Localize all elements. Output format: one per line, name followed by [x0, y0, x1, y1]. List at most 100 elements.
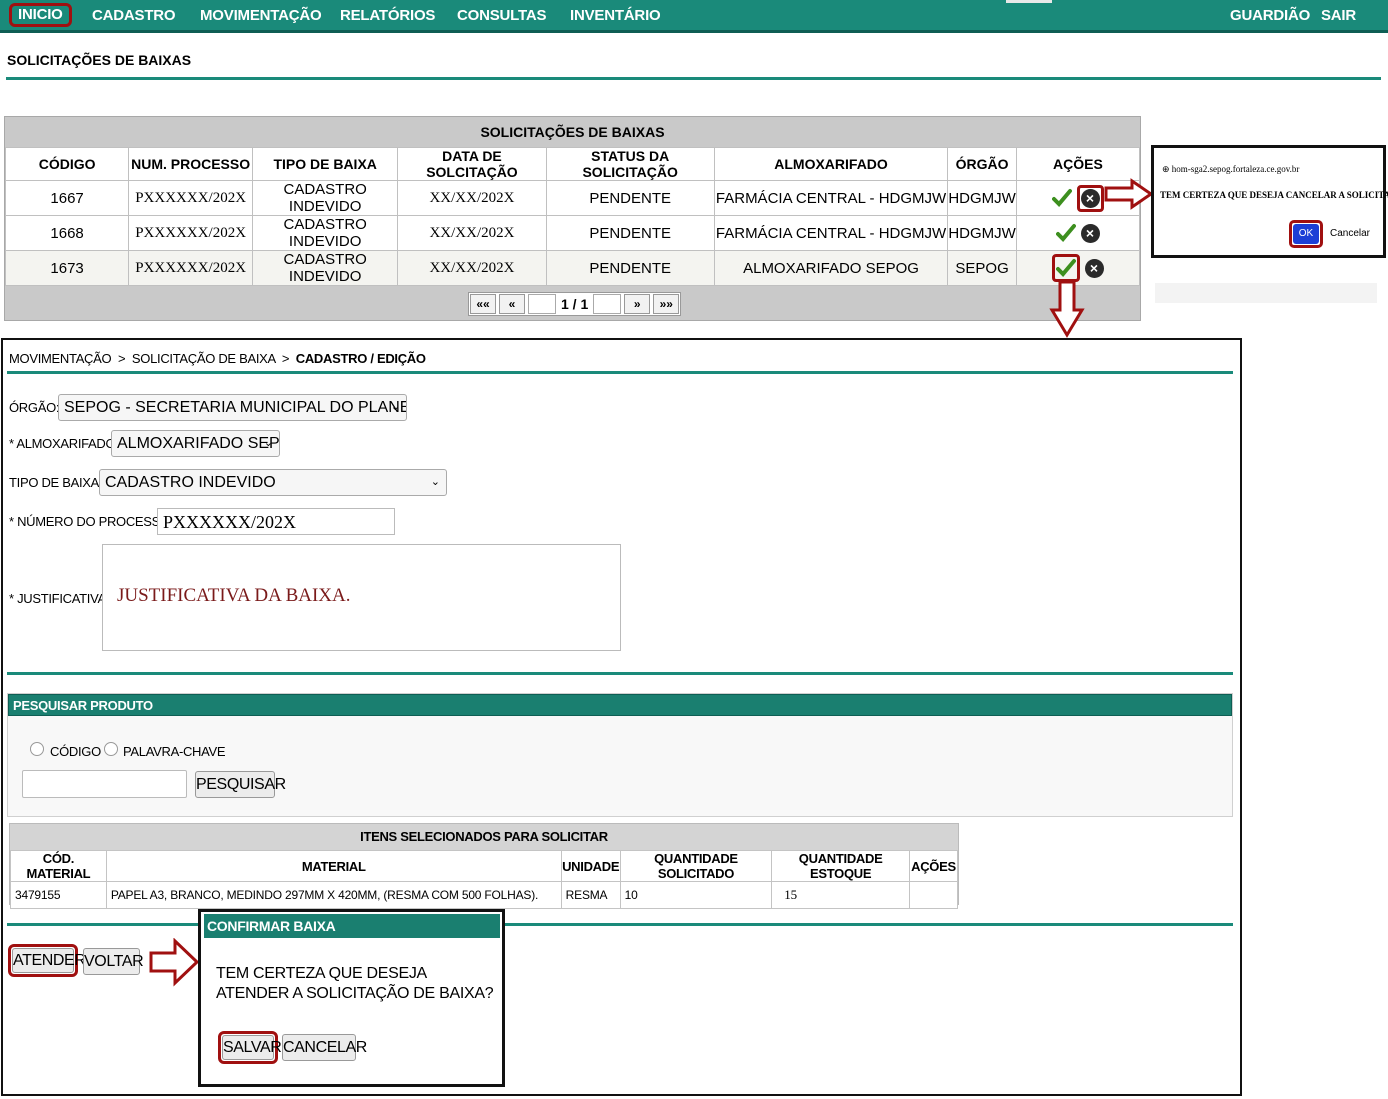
- cell-qtd-estoque: 15: [771, 881, 910, 909]
- cell-data: XX/XX/202X: [397, 215, 547, 251]
- breadcrumb-separator: >: [281, 351, 290, 366]
- page-prev-button[interactable]: «: [499, 294, 525, 314]
- table-header-row: CÓDIGO NUM. PROCESSO TIPO DE BAIXA DATA …: [4, 147, 1141, 181]
- atender-highlight: ATENDER: [8, 944, 86, 977]
- col-cod-material: CÓD. MATERIAL: [10, 850, 107, 882]
- chevron-down-icon: ⌄: [430, 476, 440, 488]
- dialog-cancel-button[interactable]: Cancelar: [1326, 224, 1374, 244]
- almox-select[interactable]: ALMOXARIFADO SEPOG ⌄: [111, 430, 280, 457]
- nav-consultas[interactable]: CONSULTAS: [457, 4, 547, 28]
- cell-data: XX/XX/202X: [397, 250, 547, 286]
- cell-orgao: HDGMJW: [947, 215, 1017, 251]
- page-next-button[interactable]: »: [624, 294, 651, 314]
- col-data: DATA DE SOLCITAÇÃO: [397, 147, 547, 181]
- breadcrumb-current: CADASTRO / EDIÇÃO: [295, 351, 426, 366]
- breadcrumb-separator: >: [117, 351, 126, 366]
- cell-processo: PXXXXXX/202X: [128, 180, 254, 216]
- table-row[interactable]: 1673 PXXXXXX/202X CADASTRO INDEVIDO XX/X…: [4, 250, 1141, 286]
- arrow-down-icon: [1049, 280, 1085, 338]
- table-row[interactable]: 1668 PXXXXXX/202X CADASTRO INDEVIDO XX/X…: [4, 215, 1141, 251]
- salvar-highlight: SALVAR: [218, 1031, 282, 1064]
- section-divider: [7, 923, 1233, 926]
- orgao-select[interactable]: SEPOG - SECRETARIA MUNICIPAL DO PLANEJAM…: [58, 394, 407, 421]
- arrow-right-icon: [149, 938, 200, 987]
- nav-sair[interactable]: SAIR: [1321, 4, 1356, 28]
- justificativa-text: JUSTIFICATIVA DA BAIXA.: [117, 585, 351, 606]
- col-material: MATERIAL: [105, 850, 562, 882]
- cell-codigo: 1673: [4, 250, 130, 286]
- tipo-value: CADASTRO INDEVIDO: [105, 474, 276, 491]
- browser-confirm-dialog: ⊕ hom-sga2.sepog.fortaleza.ce.gov.br TEM…: [1151, 145, 1388, 258]
- cell-status: PENDENTE: [545, 215, 715, 251]
- cancelar-button[interactable]: CANCELAR: [282, 1034, 367, 1061]
- col-unidade: UNIDADE: [560, 850, 621, 882]
- nav-inicio[interactable]: INICIO: [9, 3, 72, 27]
- faint-placeholder: [1155, 283, 1377, 303]
- cell-status: PENDENTE: [545, 180, 715, 216]
- processo-input[interactable]: PXXXXXX/202X: [157, 508, 395, 535]
- cell-status: PENDENTE: [545, 250, 715, 286]
- dialog-ok-button[interactable]: OK: [1293, 224, 1319, 244]
- requests-table: CÓDIGO NUM. PROCESSO TIPO DE BAIXA DATA …: [4, 147, 1141, 286]
- breadcrumb-solicitacao[interactable]: SOLICITAÇÃO DE BAIXA: [132, 351, 276, 366]
- nav-cadastro[interactable]: CADASTRO: [92, 4, 176, 28]
- nav-guardiao[interactable]: GUARDIÃO: [1230, 4, 1310, 28]
- cell-codigo: 1667: [4, 180, 130, 216]
- cell-codigo: 1668: [4, 215, 130, 251]
- check-icon[interactable]: [1056, 258, 1077, 278]
- cell-tipo: CADASTRO INDEVIDO: [252, 215, 399, 251]
- items-header-row: CÓD. MATERIAL MATERIAL UNIDADE QUANTIDAD…: [10, 850, 959, 882]
- salvar-button[interactable]: SALVAR: [222, 1035, 282, 1060]
- nav-relatorios[interactable]: RELATÓRIOS: [340, 4, 435, 28]
- requests-panel: SOLICITAÇÕES DE BAIXAS CÓDIGO NUM. PROCE…: [4, 116, 1141, 321]
- chevron-down-icon: ⌄: [263, 437, 273, 449]
- radio-codigo[interactable]: [30, 742, 44, 756]
- cancel-highlight: ×: [1076, 184, 1104, 212]
- cell-item-acoes: [908, 881, 959, 909]
- cancel-icon[interactable]: ×: [1084, 258, 1104, 278]
- cancel-icon[interactable]: ×: [1080, 223, 1100, 243]
- items-table: CÓD. MATERIAL MATERIAL UNIDADE QUANTIDAD…: [10, 850, 959, 909]
- page-field-right: [593, 294, 622, 314]
- modal-message: TEM CERTEZA QUE DESEJA ATENDER A SOLICIT…: [216, 965, 494, 1002]
- confirm-baixa-modal: CONFIRMAR BAIXA TEM CERTEZA QUE DESEJA A…: [198, 909, 505, 1087]
- globe-icon: ⊕: [1162, 164, 1170, 174]
- title-divider: [6, 77, 1381, 80]
- search-input[interactable]: [22, 770, 187, 798]
- selected-items-panel: ITENS SELECIONADOS PARA SOLICITAR CÓD. M…: [9, 823, 959, 909]
- check-icon[interactable]: [1056, 223, 1077, 243]
- section-divider: [7, 672, 1233, 675]
- edit-panel: MOVIMENTAÇÃO > SOLICITAÇÃO DE BAIXA > CA…: [1, 338, 1242, 1096]
- nav-inventario[interactable]: INVENTÁRIO: [570, 4, 661, 28]
- cell-orgao: HDGMJW: [947, 180, 1017, 216]
- chevron-down-icon: ⌄: [390, 401, 400, 413]
- tipo-select[interactable]: CADASTRO INDEVIDO ⌄: [99, 469, 447, 496]
- justificativa-textarea[interactable]: JUSTIFICATIVA DA BAIXA.: [102, 544, 621, 651]
- breadcrumb-movimentacao[interactable]: MOVIMENTAÇÃO: [9, 351, 112, 366]
- almox-value: ALMOXARIFADO SEPOG: [117, 435, 280, 452]
- cell-almox: FARMÁCIA CENTRAL - HDGMJW: [713, 180, 949, 216]
- arrow-right-icon: [1104, 178, 1154, 210]
- section-divider: [7, 371, 1233, 374]
- top-nav-bar: INICIO CADASTRO MOVIMENTAÇÃO RELATÓRIOS …: [0, 0, 1388, 33]
- search-button[interactable]: PESQUISAR: [195, 771, 286, 798]
- table-row[interactable]: 1667 PXXXXXX/202X CADASTRO INDEVIDO XX/X…: [4, 180, 1141, 216]
- radio-palavra-label: PALAVRA-CHAVE: [123, 744, 226, 759]
- page-last-button[interactable]: »»: [653, 294, 680, 314]
- cancel-icon[interactable]: ×: [1080, 188, 1100, 208]
- voltar-button[interactable]: VOLTAR: [83, 948, 144, 975]
- col-status: STATUS DA SOLICITAÇÃO: [545, 147, 715, 181]
- cell-material: PAPEL A3, BRANCO, MEDINDO 297MM X 420MM,…: [105, 881, 562, 909]
- ok-highlight: OK: [1289, 220, 1323, 248]
- atender-button[interactable]: ATENDER: [12, 948, 86, 973]
- nav-movimentacao[interactable]: MOVIMENTAÇÃO: [200, 4, 322, 28]
- radio-palavra-chave[interactable]: [104, 742, 118, 756]
- nav-notch: [1006, 0, 1052, 3]
- cell-orgao: SEPOG: [947, 250, 1017, 286]
- col-qtd-solicitado: QUANTIDADE SOLICITADO: [619, 850, 773, 882]
- col-codigo: CÓDIGO: [4, 147, 130, 181]
- page-first-button[interactable]: ««: [470, 294, 496, 314]
- cell-processo: PXXXXXX/202X: [128, 250, 254, 286]
- check-icon[interactable]: [1052, 188, 1073, 208]
- cell-tipo: CADASTRO INDEVIDO: [252, 250, 399, 286]
